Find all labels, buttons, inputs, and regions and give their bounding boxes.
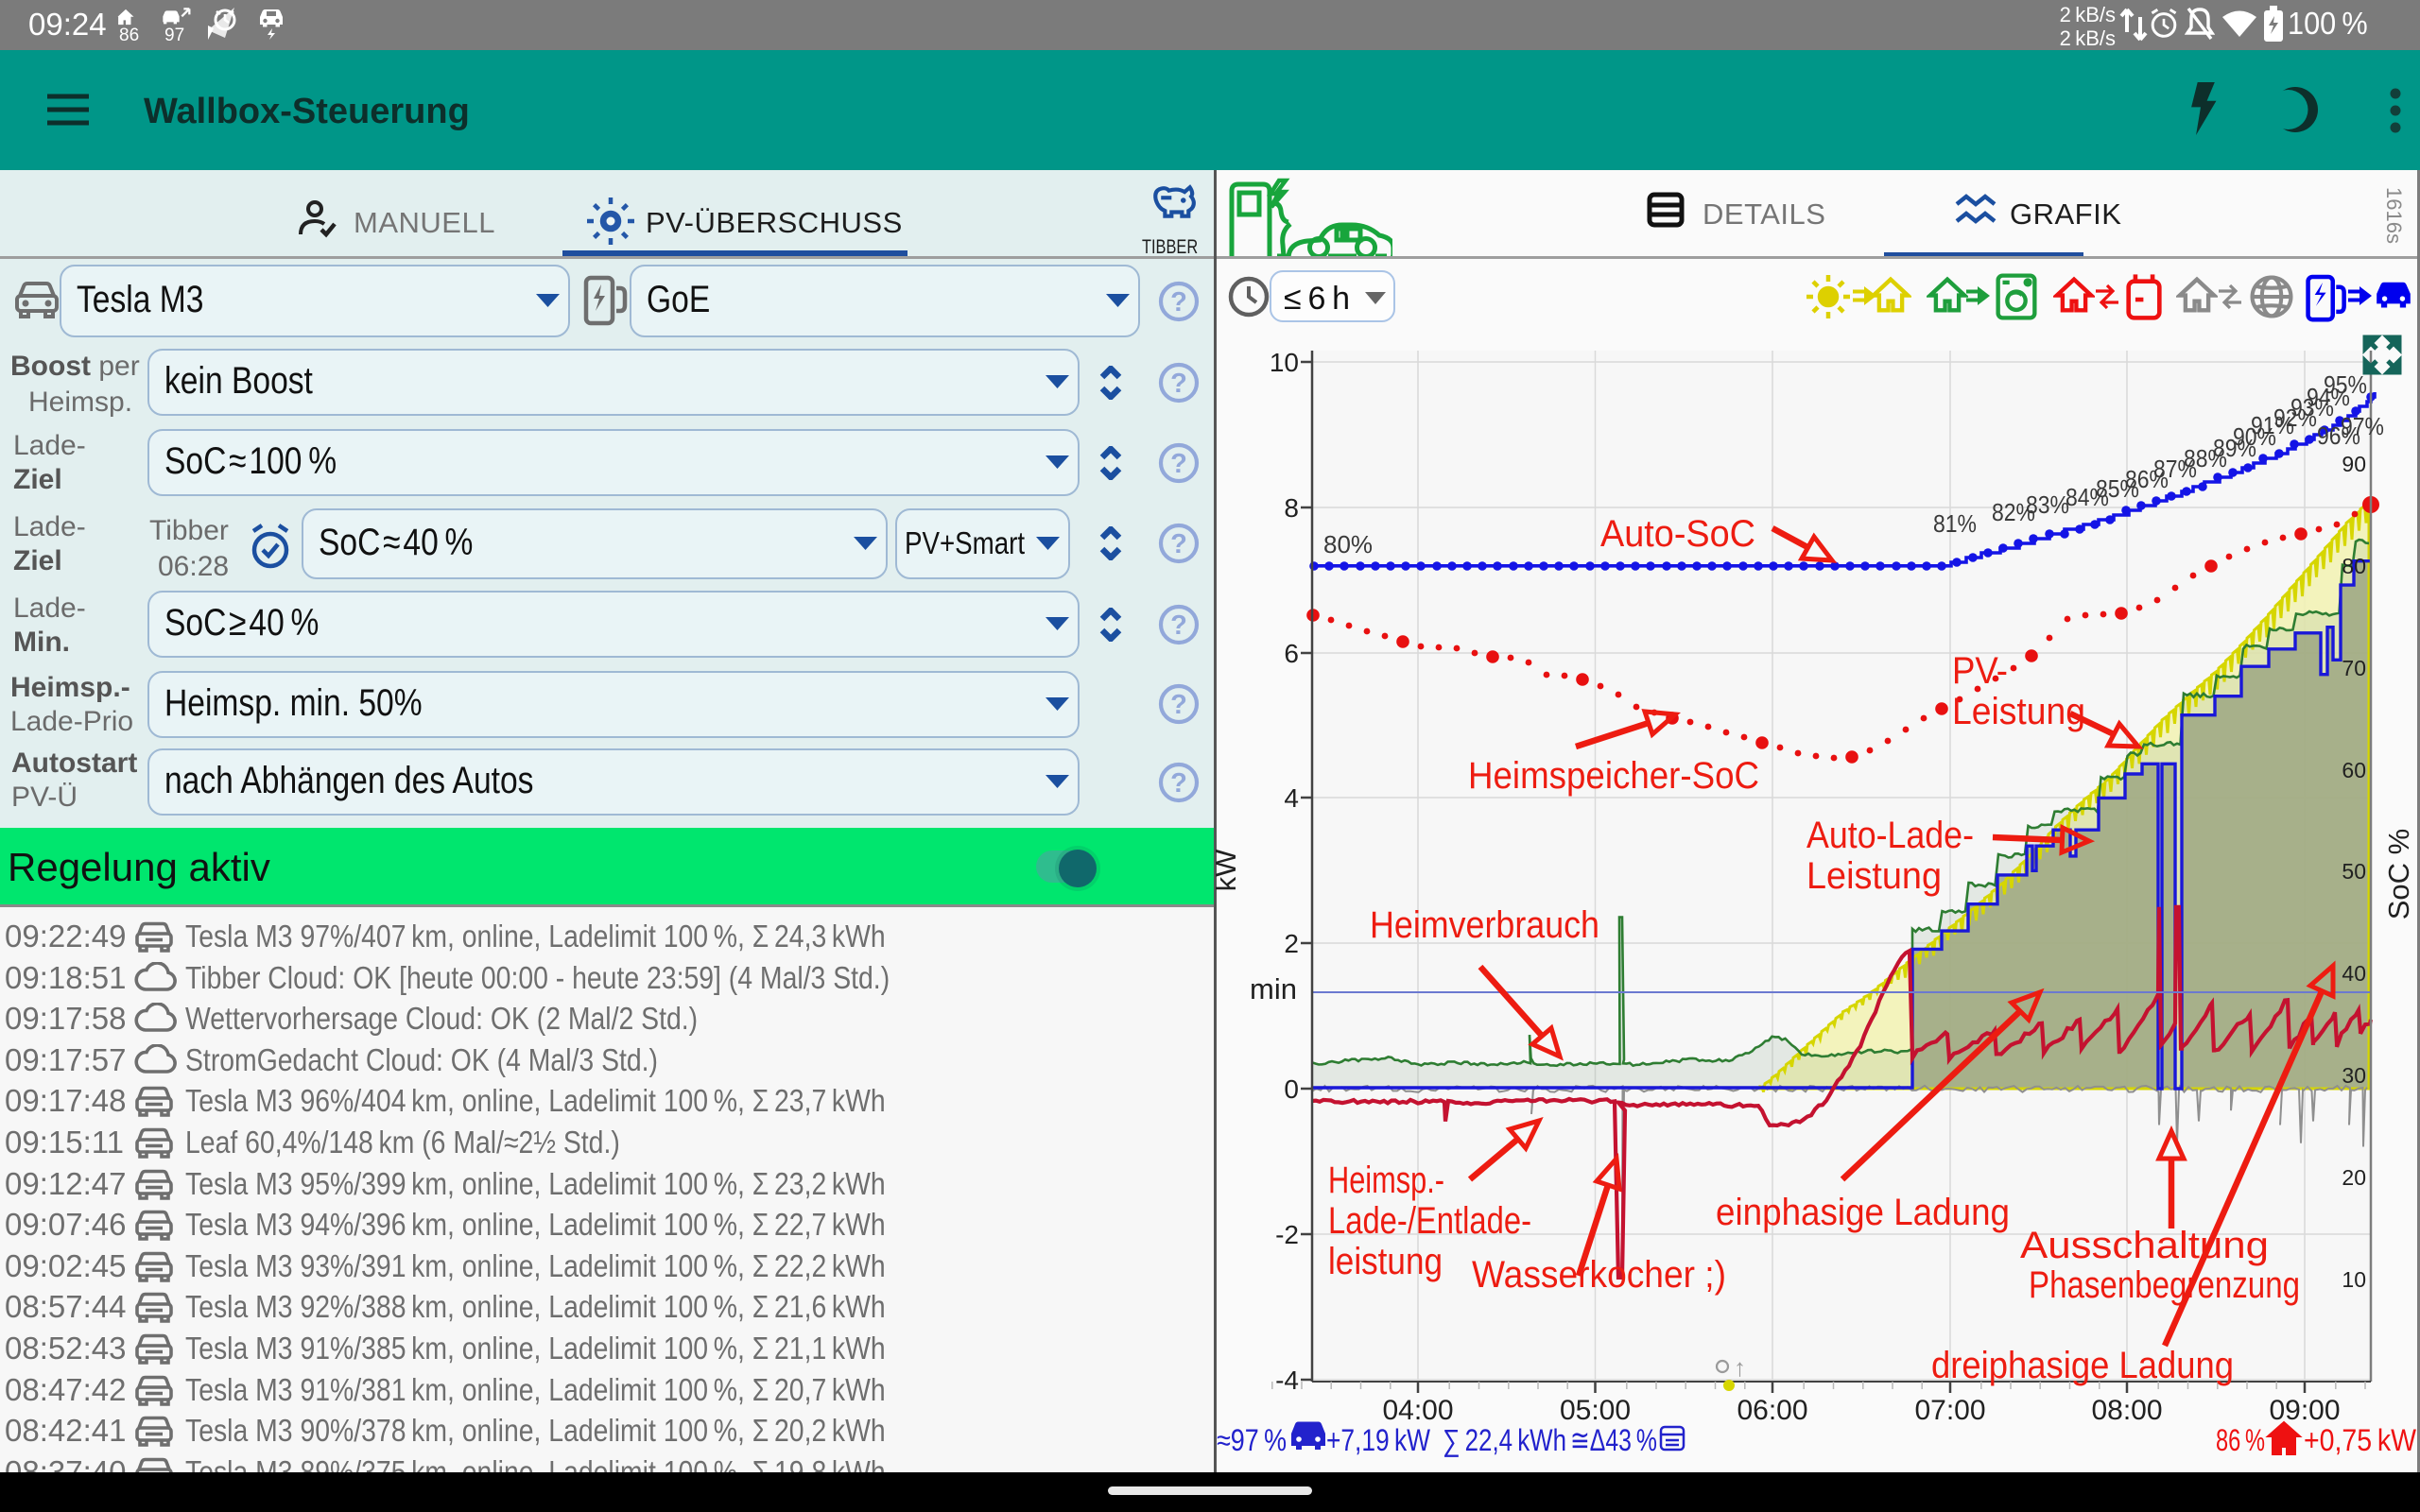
svg-text:95%: 95% [2324, 370, 2367, 399]
svg-text:dreiphasige Ladung: dreiphasige Ladung [1931, 1345, 2234, 1386]
svg-text:04:00: 04:00 [1382, 1395, 1453, 1426]
svg-text:2: 2 [1284, 929, 1299, 958]
svg-text:20: 20 [2342, 1165, 2366, 1190]
svg-text:PV-: PV- [1952, 650, 2008, 692]
svg-text:+7,19 kW: +7,19 kW [1326, 1423, 1431, 1457]
svg-text:10: 10 [2342, 1267, 2366, 1292]
svg-text:SoC %: SoC % [2382, 829, 2415, 919]
svg-text:?: ? [1170, 449, 1187, 479]
svg-text:≈97 %: ≈97 % [1217, 1423, 1287, 1457]
svg-text:81%: 81% [1933, 509, 1977, 538]
svg-text:Wasserkocher ;): Wasserkocher ;) [1472, 1254, 1726, 1296]
svg-text:50: 50 [2342, 859, 2366, 884]
svg-text:10: 10 [1270, 348, 1299, 377]
svg-text:kW: kW [1216, 849, 1242, 892]
svg-text:≅Δ43 %: ≅Δ43 % [1570, 1423, 1657, 1457]
svg-text:∑ 22,4 kWh: ∑ 22,4 kWh [1443, 1423, 1566, 1457]
svg-text:80: 80 [2342, 554, 2366, 578]
svg-text:?: ? [1170, 369, 1187, 399]
svg-text:+0,75 kW: +0,75 kW [2304, 1423, 2417, 1457]
svg-text:86 %: 86 % [2216, 1423, 2265, 1457]
svg-text:06:00: 06:00 [1737, 1395, 1807, 1426]
svg-text:70: 70 [2342, 656, 2366, 680]
svg-text:leistung: leistung [1328, 1241, 1443, 1282]
svg-text:90: 90 [2342, 452, 2366, 476]
svg-text:Leistung: Leistung [1806, 855, 1942, 897]
svg-text:Heimverbrauch: Heimverbrauch [1370, 904, 1599, 946]
svg-text:4: 4 [1284, 783, 1299, 813]
svg-text:08:00: 08:00 [2091, 1395, 2162, 1426]
svg-text:Auto-SoC: Auto-SoC [1600, 513, 1755, 555]
svg-text:80%: 80% [1323, 530, 1373, 558]
svg-text:einphasige Ladung: einphasige Ladung [1716, 1192, 2010, 1233]
svg-text:30: 30 [2342, 1063, 2366, 1088]
svg-text:-2: -2 [1275, 1220, 1299, 1249]
svg-text:Auto-Lade-: Auto-Lade- [1806, 815, 1974, 856]
svg-text:Heimsp.-: Heimsp.- [1328, 1160, 1444, 1201]
svg-text:8: 8 [1284, 493, 1299, 523]
svg-text:Lade-/Entlade-: Lade-/Entlade- [1328, 1200, 1531, 1242]
svg-text:?: ? [1170, 529, 1187, 559]
svg-text:?: ? [1170, 610, 1187, 641]
svg-text:?: ? [1170, 768, 1187, 799]
svg-text:Phasenbegrenzung: Phasenbegrenzung [2029, 1264, 2300, 1306]
svg-text:60: 60 [2342, 758, 2366, 782]
svg-text:0: 0 [1284, 1074, 1299, 1104]
svg-text:Heimspeicher-SoC: Heimspeicher-SoC [1468, 755, 1759, 797]
svg-text:09:00: 09:00 [2269, 1395, 2340, 1426]
svg-text:?: ? [1170, 690, 1187, 720]
svg-text:05:00: 05:00 [1560, 1395, 1631, 1426]
svg-text:↑: ↑ [1734, 1353, 1746, 1382]
svg-text:?: ? [1170, 287, 1187, 318]
svg-text:Leistung: Leistung [1952, 691, 2085, 732]
svg-text:97%: 97% [2341, 412, 2384, 440]
svg-text:6: 6 [1284, 639, 1299, 668]
svg-text:83%: 83% [2026, 490, 2069, 519]
svg-text:-4: -4 [1275, 1366, 1299, 1395]
svg-text:07:00: 07:00 [1914, 1395, 1985, 1426]
svg-text:40: 40 [2342, 961, 2366, 986]
svg-text:min: min [1250, 972, 1297, 1005]
svg-text:Ausschaltung: Ausschaltung [2020, 1225, 2269, 1266]
